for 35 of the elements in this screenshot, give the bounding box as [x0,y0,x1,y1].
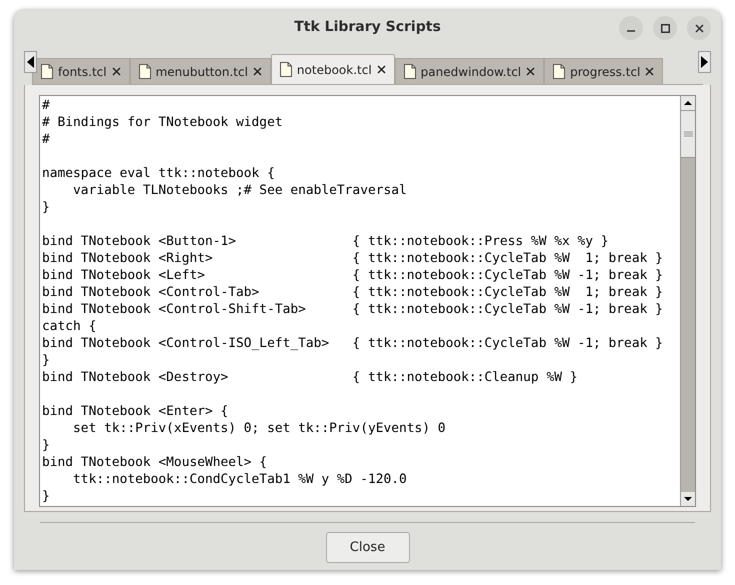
scrollbar-thumb[interactable] [681,110,695,158]
file-icon [138,64,151,79]
file-icon [404,64,416,79]
tab-label: menubutton.tcl [156,64,248,80]
tab[interactable]: panedwindow.tcl [394,58,544,84]
tab-label: progress.tcl [570,64,640,80]
close-button[interactable] [687,16,711,40]
right-arrow-icon [701,56,708,68]
tab[interactable]: fonts.tcl [32,58,130,84]
minimize-button[interactable] [619,16,643,40]
scroll-right-button[interactable] [698,51,711,73]
grip-icon [684,130,692,138]
scrollbar[interactable] [680,96,695,506]
close-icon[interactable] [252,67,262,76]
close-icon[interactable] [376,65,386,74]
scroll-left-button[interactable] [24,51,37,73]
tab[interactable]: notebook.tcl [270,54,395,84]
code-text: # # Bindings for TNotebook widget # namespace eval ttk::notebook { variable TLNotebooks ;# See enableTraversal } bind TNotebook <Button-1> { ttk::notebook::Press %W %x %y } bind TNotebook <Right> { ttk::notebook::CycleTab %W 1; break } bind TNotebook <Left> { ttk::notebook::CycleTab %W -1; break } bind TNotebook <Control-Tab> { ttk::notebook::CycleTab %W 1; break } bind TNotebook <Control-Shift-Tab> { ttk::notebook::CycleTab %W -1; break } catch { bind TNotebook <Control-ISO_Left_Tab> { ttk::notebook::CycleTab %W -1; break } } bind TNotebook <Destroy> { ttk::notebook::Cleanup %W } bind TNotebook <Enter> { set tk::Priv(xEvents) 0; set tk::Priv(yEvents) 0 } bind TNotebook <MouseWheel> { ttk::notebook::CondCycleTab1 %W y %D -120.0 } [41,97,664,506]
file-icon [280,62,292,77]
window-title: Ttk Library Scripts [294,18,441,36]
tab-label: notebook.tcl [296,62,372,78]
close-icon[interactable] [112,67,121,76]
left-arrow-icon [27,56,34,68]
tab-label: fonts.tcl [58,64,107,80]
close-icon[interactable] [526,67,536,76]
tab-label: panedwindow.tcl [420,64,522,80]
dialog-button[interactable]: Close [326,532,410,563]
maximize-button[interactable] [653,16,677,40]
tab[interactable]: progress.tcl [544,58,664,84]
maximize-icon [660,24,670,32]
file-icon [41,64,53,79]
tab[interactable]: menubutton.tcl [130,58,271,84]
file-icon [553,64,566,79]
close-icon[interactable] [645,67,654,76]
close-icon [694,24,704,32]
